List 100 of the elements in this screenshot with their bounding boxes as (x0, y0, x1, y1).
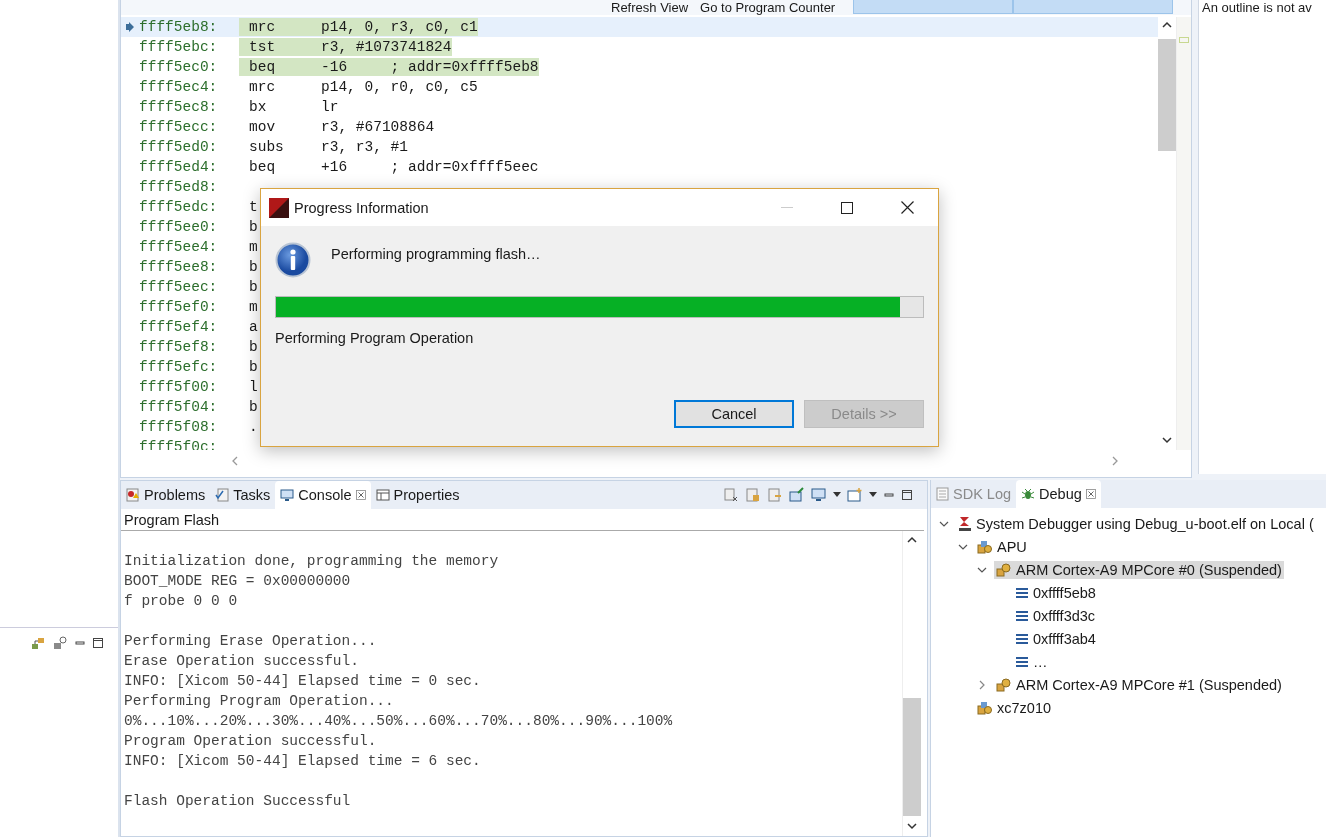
address: ffff5ec4: (139, 79, 219, 95)
mnemonic: l (249, 379, 258, 395)
mnemonic: beq (249, 159, 277, 175)
console-line: BOOT_MODE REG = 0x00000000 (124, 572, 352, 591)
stack-frame-icon (1015, 609, 1029, 622)
chevron-down-icon[interactable] (958, 542, 968, 551)
console-line: Flash Operation Successful (124, 792, 352, 811)
mnemonic: mov (249, 119, 277, 135)
mnemonic: b (249, 279, 258, 295)
warning-list-icon (126, 488, 140, 502)
maximize-icon[interactable] (901, 489, 913, 501)
chevron-right-icon[interactable] (1111, 454, 1119, 467)
operands: +16 ; addr=0xffff5eec (321, 159, 539, 175)
chevron-down-icon[interactable] (977, 565, 987, 574)
mnemonic: beq (249, 59, 277, 75)
info-icon (275, 242, 311, 278)
chevron-down-icon[interactable] (906, 822, 918, 830)
address: ffff5edc: (139, 199, 219, 215)
console-line: f probe 0 0 0 (124, 592, 239, 611)
address: ffff5ecc: (139, 119, 219, 135)
tree-item[interactable]: ARM Cortex-A9 MPCore #0 (Suspended) (994, 560, 1284, 579)
operands: -16 ; addr=0xffff5eb8 (321, 59, 539, 75)
operands: p14, 0, r0, c0, c5 (321, 79, 478, 95)
console-title: Program Flash (121, 509, 924, 531)
address: ffff5eb8: (139, 19, 219, 35)
caret-icon[interactable] (869, 492, 877, 498)
chevron-right-icon[interactable] (978, 679, 986, 690)
tree-item[interactable]: System Debugger using Debug_u-boot.elf on Local ( (956, 514, 1316, 533)
address: ffff5ee4: (139, 239, 219, 255)
outline-message: An outline is not av (1201, 0, 1313, 15)
mnemonic: b (249, 399, 258, 415)
panel-tab[interactable]: Properties (370, 481, 465, 509)
document-icon[interactable] (723, 487, 739, 503)
tree-item[interactable]: … (1013, 652, 1050, 671)
tree-item[interactable]: 0xffff5eb8 (1013, 583, 1098, 602)
address: ffff5ebc: (139, 39, 219, 55)
address: ffff5efc: (139, 359, 219, 375)
mnemonic: b (249, 339, 258, 355)
address: ffff5ed4: (139, 159, 219, 175)
mnemonic: b (249, 219, 258, 235)
chevron-down-icon[interactable] (1161, 436, 1173, 444)
scrollbar-thumb[interactable] (903, 698, 921, 816)
mnemonic: b (249, 259, 258, 275)
console-line: INFO: [Xicom 50-44] Elapsed time = 0 sec. (124, 672, 482, 691)
chevron-up-icon[interactable] (1161, 21, 1173, 29)
address: ffff5ec0: (139, 59, 219, 75)
chevron-left-icon[interactable] (231, 454, 239, 467)
address: ffff5ef4: (139, 319, 219, 335)
network-icon[interactable] (30, 635, 46, 651)
chip-gear-icon (977, 699, 993, 716)
tree-item[interactable]: ARM Cortex-A9 MPCore #1 (Suspended) (994, 675, 1284, 694)
close-icon[interactable] (901, 201, 914, 214)
scrollbar[interactable] (902, 531, 921, 836)
chevron-down-icon[interactable] (939, 519, 949, 528)
mnemonic: . (249, 419, 258, 435)
mnemonic: a (249, 319, 258, 335)
operands: lr (321, 99, 339, 115)
address: ffff5ed8: (139, 179, 219, 195)
checklist-icon (215, 488, 230, 502)
toolbar-link[interactable]: Go to Program Counter (700, 0, 836, 15)
address: ffff5f00: (139, 379, 219, 395)
panel-tab[interactable]: Console (275, 481, 371, 509)
document-icon (936, 487, 949, 501)
tree-item[interactable]: APU (975, 537, 1029, 556)
tree-item[interactable]: 0xffff3ab4 (1013, 629, 1098, 648)
tree-item[interactable]: xc7z010 (975, 698, 1053, 717)
table-icon (375, 488, 390, 502)
stack-frame-icon (1015, 586, 1029, 599)
mnemonic: m (249, 239, 258, 255)
console-line: INFO: [Xicom 50-44] Elapsed time = 6 sec. (124, 752, 482, 771)
bug-icon (1021, 487, 1036, 501)
cancel-button[interactable]: Cancel (674, 400, 794, 428)
caret-icon[interactable] (833, 492, 841, 498)
tree-item[interactable]: 0xffff3d3c (1013, 606, 1098, 625)
address: ffff5f08: (139, 419, 219, 435)
address: ffff5ed0: (139, 139, 219, 155)
mnemonic: subs (249, 139, 285, 155)
scrollbar-thumb[interactable] (1158, 39, 1176, 151)
stack-frame-icon (1015, 632, 1029, 645)
close-icon (355, 490, 366, 500)
mnemonic: mrc (249, 79, 277, 95)
panel-tab[interactable]: Tasks (210, 481, 276, 509)
mnemonic: m (249, 299, 258, 315)
panel-tab[interactable]: Debug (1016, 480, 1101, 508)
address: ffff5ee0: (139, 219, 219, 235)
panel-tab[interactable]: Problems (121, 481, 211, 509)
mnemonic: tst (249, 39, 277, 55)
toolbar-link[interactable]: Refresh View (611, 0, 689, 15)
operands: p14, 0, r3, c0, c1 (321, 19, 478, 35)
address: ffff5eec: (139, 279, 219, 295)
address: ffff5ee8: (139, 259, 219, 275)
console-line: Initialization done, programming the memory (124, 552, 500, 571)
chevron-up-icon[interactable] (906, 536, 918, 544)
monitor-icon[interactable] (811, 487, 827, 503)
console-line: 0%...10%...20%...30%...40%...50%...60%...70%...80%...90%...100% (124, 712, 674, 731)
maximize-icon[interactable] (841, 201, 853, 214)
stack-frame-icon (1015, 655, 1029, 668)
console-line: Program Operation successful. (124, 732, 378, 751)
new-window-icon[interactable] (847, 487, 863, 503)
maximize-icon[interactable] (92, 637, 104, 649)
